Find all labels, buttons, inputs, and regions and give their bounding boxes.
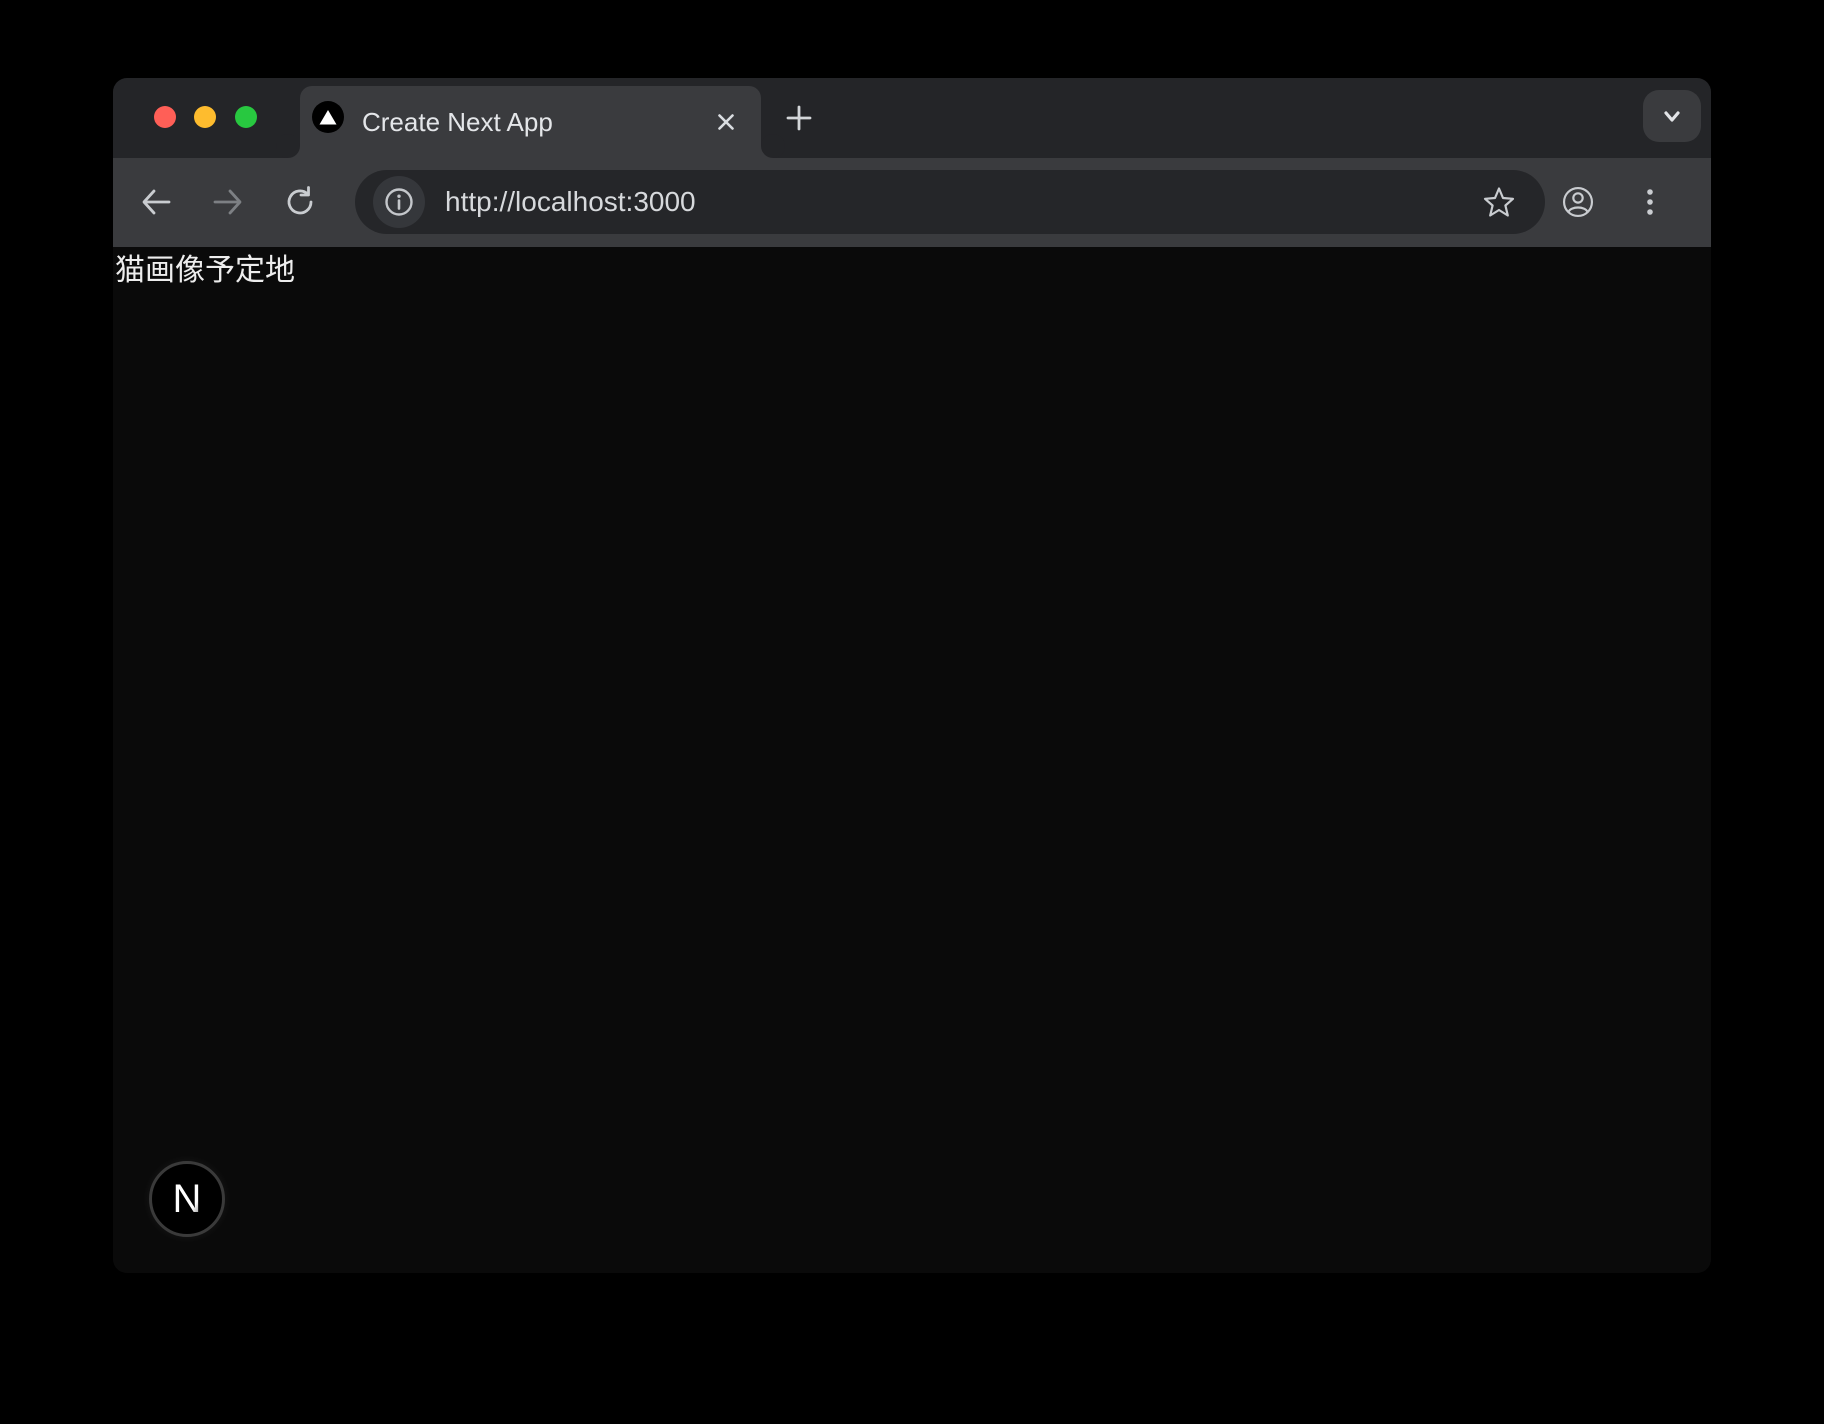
traffic-close-button[interactable]: [154, 106, 176, 128]
active-tab[interactable]: Create Next App: [300, 86, 761, 158]
address-bar[interactable]: http://localhost:3000: [355, 170, 1545, 234]
back-icon[interactable]: [138, 184, 174, 220]
tab-search-chevron-icon[interactable]: [1643, 90, 1701, 142]
nextjs-dev-badge[interactable]: N: [149, 1161, 225, 1237]
reload-icon[interactable]: [282, 184, 318, 220]
tab-close-icon[interactable]: [712, 108, 740, 136]
profile-icon[interactable]: [1560, 184, 1596, 220]
menu-dots-icon[interactable]: [1632, 184, 1668, 220]
url-text[interactable]: http://localhost:3000: [445, 170, 696, 234]
bookmark-star-icon[interactable]: [1481, 184, 1517, 220]
browser-window: Create Next App: [113, 78, 1711, 1273]
tab-title: Create Next App: [362, 86, 553, 158]
vercel-triangle-favicon: [312, 101, 344, 133]
nextjs-n-letter: N: [173, 1177, 202, 1221]
cat-image-placeholder-text: 猫画像予定地: [115, 251, 295, 291]
tab-curve-left: [288, 146, 300, 158]
site-info-icon[interactable]: [373, 176, 425, 228]
traffic-zoom-button[interactable]: [235, 106, 257, 128]
new-tab-plus-icon[interactable]: [781, 100, 817, 136]
traffic-minimize-button[interactable]: [194, 106, 216, 128]
forward-icon[interactable]: [210, 184, 246, 220]
tab-strip: Create Next App: [113, 78, 1711, 158]
page-viewport: 猫画像予定地 N: [113, 247, 1711, 1273]
browser-toolbar: http://localhost:3000: [113, 158, 1711, 247]
tab-curve-right: [761, 146, 773, 158]
